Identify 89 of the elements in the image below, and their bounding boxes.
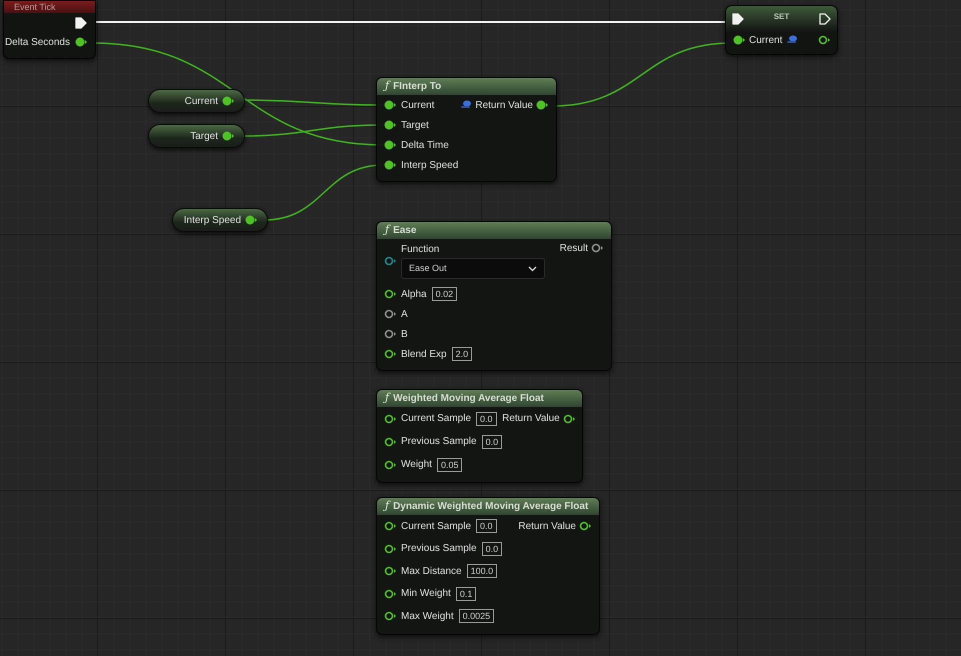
data-pin[interactable]	[384, 329, 396, 339]
data-pin[interactable]	[384, 436, 396, 446]
data-pin[interactable]	[384, 349, 396, 359]
function-node[interactable]: ƒ Dynamic Weighted Moving Average Float Current Sample 0.0 Previous Sample 0.0 Max Distance 100.0 Min Weight 0.1 Max Weight 0.0025 Return Value	[376, 497, 600, 634]
data-pin[interactable]	[384, 309, 396, 319]
pin-label: Previous Sample	[401, 542, 477, 556]
pin-label: Return Value	[502, 412, 560, 426]
data-pin[interactable]	[384, 460, 396, 470]
data-pin[interactable]	[818, 35, 830, 45]
pin-label: Previous Sample	[401, 435, 477, 449]
exec-pin[interactable]	[75, 17, 87, 29]
value-field[interactable]: 0.0	[482, 542, 502, 556]
data-pin[interactable]	[384, 611, 396, 622]
value-field[interactable]: 0.02	[432, 287, 458, 301]
data-pin[interactable]	[384, 521, 396, 532]
data-pin[interactable]	[384, 160, 396, 170]
data-pin[interactable]	[222, 131, 234, 141]
chevron-down-icon	[528, 266, 537, 272]
node-title: Weighted Moving Average Float	[393, 392, 544, 406]
pin-label: B	[401, 328, 408, 342]
exec-pin[interactable]	[819, 13, 831, 25]
node-title: Dynamic Weighted Moving Average Float	[393, 500, 588, 514]
value-field[interactable]: 0.0	[482, 434, 502, 448]
value-field[interactable]: 2.0	[452, 347, 472, 361]
data-pin[interactable]	[562, 414, 575, 424]
pin-label: Min Weight	[401, 587, 451, 602]
pin-label: A	[401, 308, 408, 322]
data-pin[interactable]	[384, 289, 396, 299]
pin-label: Max Weight	[401, 610, 454, 624]
pin-label: Current	[401, 98, 434, 112]
data-pin[interactable]	[536, 100, 548, 110]
pin-label: Delta Seconds	[4, 36, 70, 50]
value-field[interactable]: 0.0025	[458, 609, 494, 624]
pin-label: Alpha	[401, 288, 427, 302]
pin-label: Interp Speed	[401, 158, 458, 172]
function-node[interactable]: ƒ Weighted Moving Average Float Current Sample 0.0 Previous Sample 0.0 Weight 0.05 Return Value	[376, 389, 583, 483]
pin-label: Max Distance	[401, 564, 462, 579]
data-pin[interactable]	[384, 256, 396, 266]
data-pin[interactable]	[384, 100, 396, 110]
pin-label: Result	[560, 242, 588, 256]
data-pin[interactable]	[591, 243, 603, 253]
data-pin[interactable]	[579, 521, 591, 532]
function-node[interactable]: ƒ Ease Function Ease Out Alpha 0.02 A B Blend Exp 2.0 Result	[376, 221, 612, 371]
value-field[interactable]: 0.1	[456, 586, 476, 601]
pin-label: Blend Exp	[401, 348, 447, 362]
function-icon: ƒ	[385, 78, 390, 95]
event-node[interactable]: Event Tick Delta Seconds	[3, 0, 96, 59]
data-pin[interactable]	[384, 544, 396, 554]
value-field[interactable]: 0.05	[436, 458, 462, 472]
data-pin[interactable]	[733, 35, 745, 45]
node-title: Event Tick	[14, 2, 56, 12]
node-title: Ease	[393, 224, 416, 238]
variable-node[interactable]: Target	[148, 124, 245, 148]
pin-label: Return Value	[518, 520, 576, 534]
data-pin[interactable]	[384, 566, 396, 576]
pin-label: Function	[401, 243, 440, 257]
function-icon: ƒ	[385, 222, 390, 239]
pin-label: Weight	[401, 458, 432, 472]
data-pin[interactable]	[75, 37, 87, 47]
value-field[interactable]: 0.0	[476, 519, 497, 534]
data-pin[interactable]	[222, 96, 234, 106]
exec-pin[interactable]	[732, 13, 744, 25]
function-icon: ƒ	[385, 390, 390, 407]
variable-label: Interp Speed	[184, 214, 241, 228]
variable-node[interactable]: Current	[148, 89, 245, 113]
value-field[interactable]: 100.0	[466, 564, 498, 578]
node-title: FInterp To	[393, 80, 442, 94]
variable-label: Current	[184, 94, 218, 108]
pin-label: Target	[401, 118, 429, 132]
data-pin[interactable]	[384, 140, 396, 150]
node-title: SET	[774, 11, 790, 23]
variable-node[interactable]: Interp Speed	[172, 208, 268, 232]
data-pin[interactable]	[245, 215, 257, 225]
pin-label: Current Sample	[401, 412, 472, 426]
variable-label: Target	[190, 130, 218, 144]
pin-label: Return Value	[475, 98, 533, 112]
data-pin[interactable]	[384, 120, 396, 130]
pin-label: Current Sample	[401, 520, 472, 534]
variable-icon	[786, 35, 798, 45]
variable-icon	[460, 100, 472, 110]
data-pin[interactable]	[384, 414, 396, 424]
function-icon: ƒ	[385, 498, 390, 515]
set-node[interactable]: SET Current	[725, 5, 838, 55]
data-pin[interactable]	[384, 588, 396, 599]
pin-label: Delta Time	[401, 138, 449, 152]
function-dropdown[interactable]: Ease Out	[401, 258, 545, 279]
pin-label: Current	[749, 34, 782, 48]
value-field[interactable]: 0.0	[476, 412, 497, 426]
function-node[interactable]: ƒ FInterp To Current Target Delta Time Interp Speed Return Value	[376, 77, 557, 182]
